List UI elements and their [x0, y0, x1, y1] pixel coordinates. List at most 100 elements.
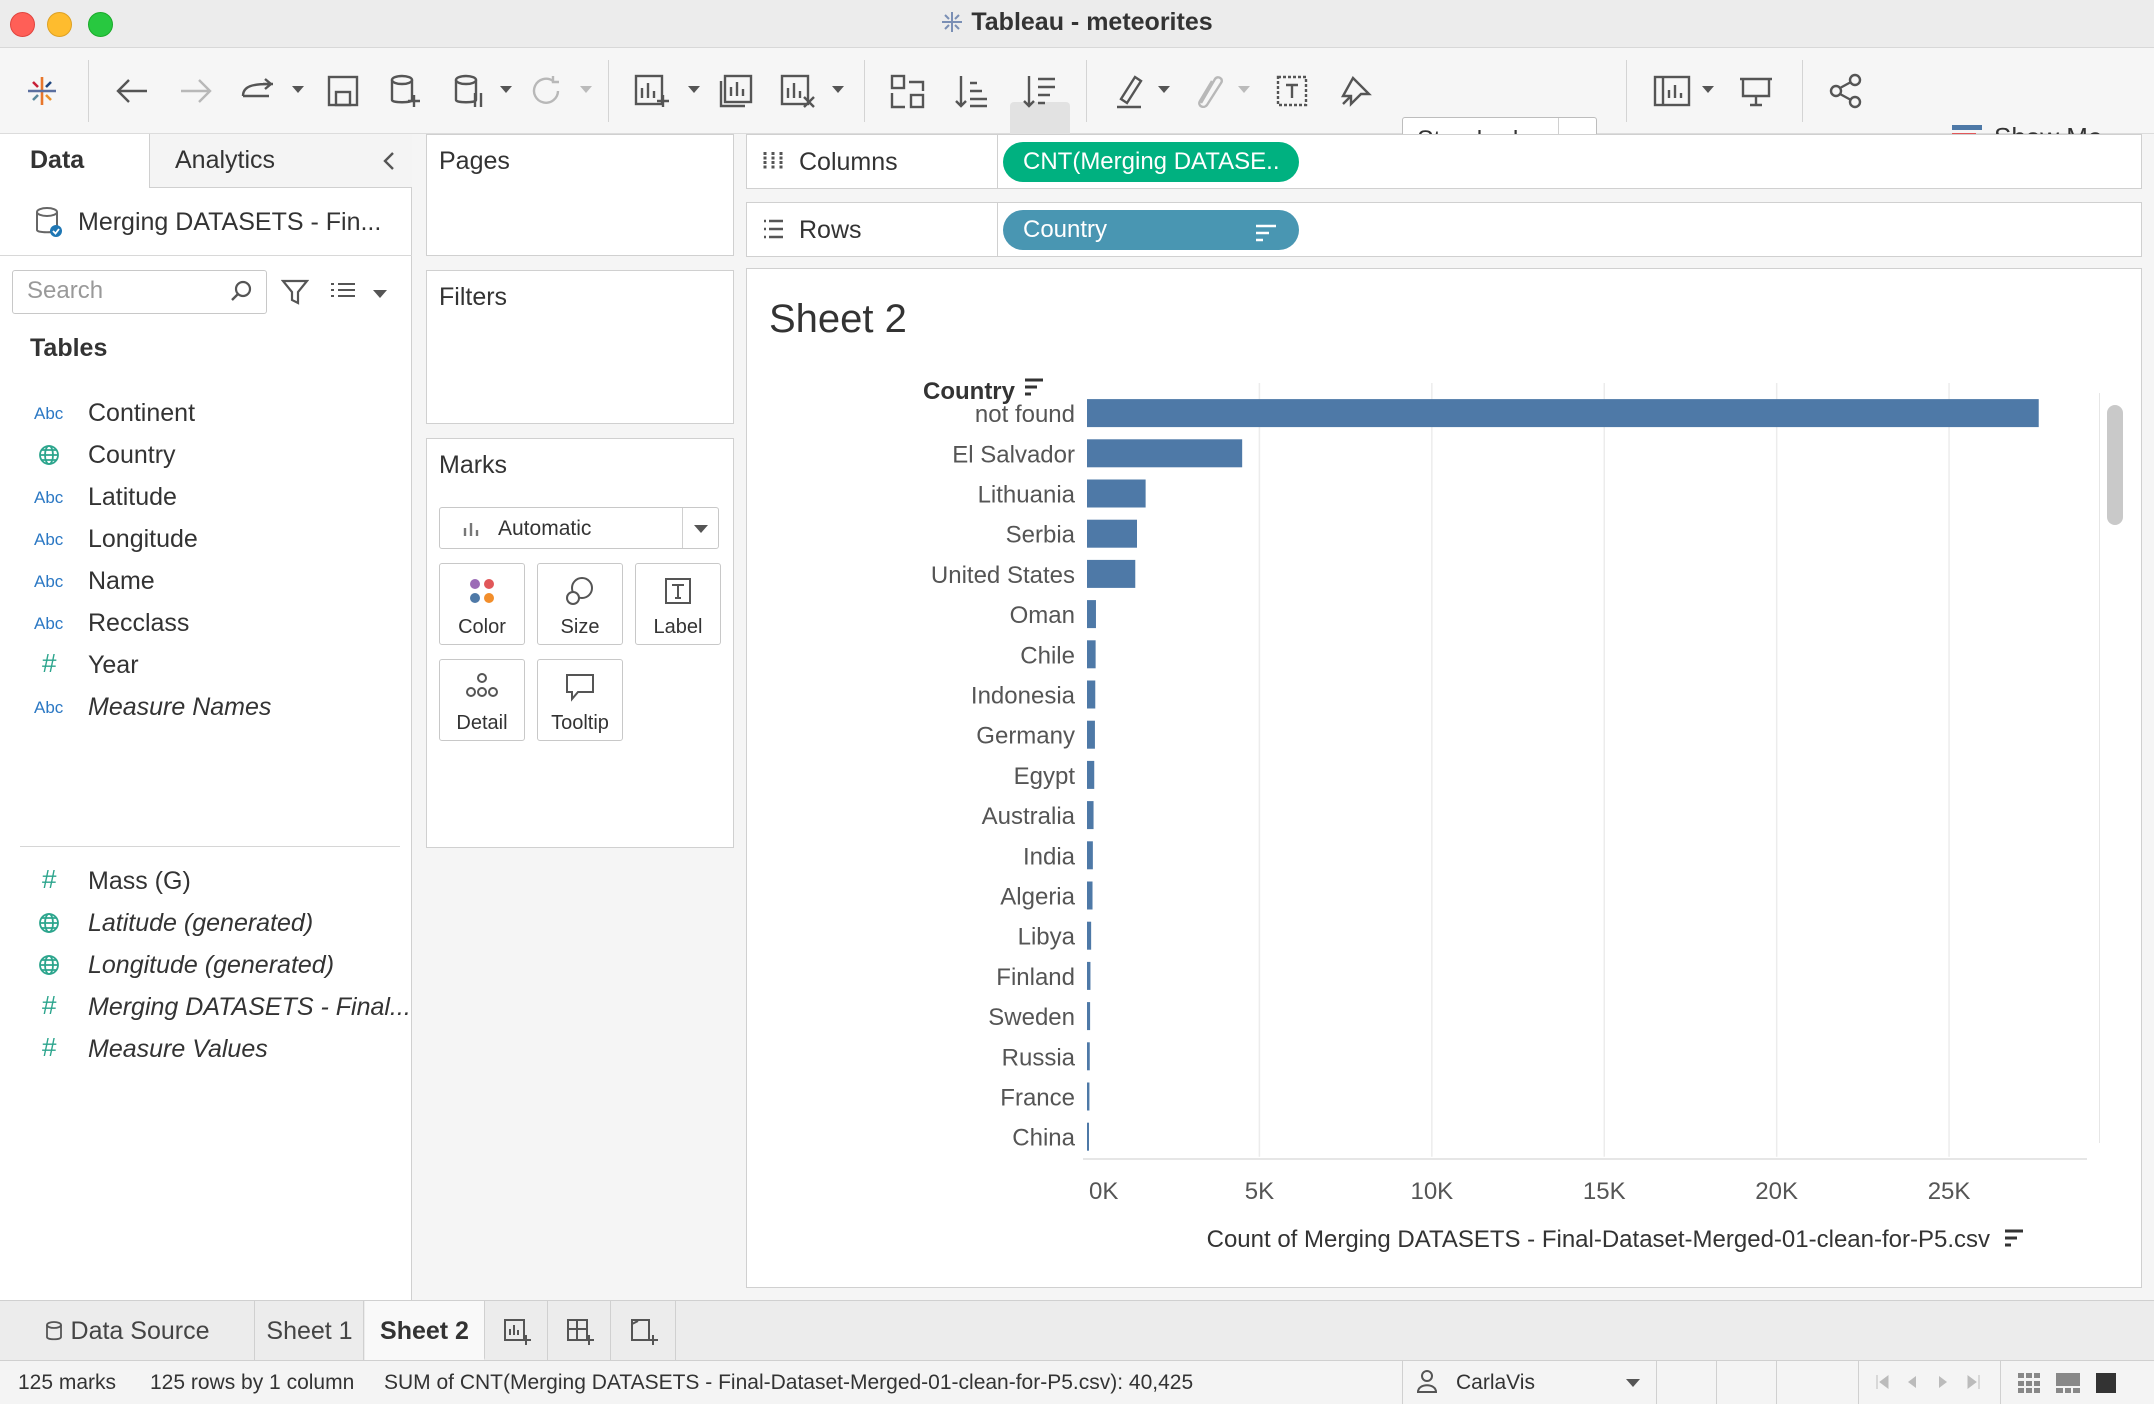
bar: [1087, 519, 1137, 548]
data-pane: Data Analytics Merging DATASETS - Fin...…: [0, 134, 412, 1300]
bar-chart-icon: [462, 520, 482, 543]
new-worksheet-tab-icon[interactable]: [486, 1301, 548, 1361]
field-label: Longitude: [88, 525, 198, 553]
field-item[interactable]: # Mass (G): [0, 862, 412, 902]
fix-axes-pin-icon[interactable]: [1334, 68, 1378, 114]
chevron-down-icon[interactable]: [373, 290, 387, 298]
show-cards-icon[interactable]: [1648, 68, 1696, 114]
category-label: Indonesia: [971, 683, 1076, 710]
category-label: Algeria: [1000, 884, 1075, 911]
bar: [1087, 680, 1096, 709]
replay-icon[interactable]: [234, 68, 282, 114]
redo-icon[interactable]: [172, 68, 220, 114]
tableau-logo-icon: [941, 11, 963, 40]
tab-data[interactable]: Data: [0, 134, 150, 188]
vertical-scrollbar[interactable]: [2107, 405, 2123, 525]
category-label: France: [1000, 1085, 1075, 1112]
tab-sheet-1[interactable]: Sheet 1: [256, 1301, 364, 1361]
sort-descending-icon[interactable]: [1016, 68, 1064, 114]
bar: [1087, 841, 1093, 870]
chevron-down-icon[interactable]: [1626, 1379, 1640, 1387]
filters-card[interactable]: Filters: [426, 270, 734, 424]
bar: [1087, 881, 1093, 910]
last-page-icon[interactable]: [1964, 1373, 1982, 1397]
field-label: Year: [88, 651, 139, 679]
field-item[interactable]: Longitude (generated): [0, 946, 412, 986]
field-item[interactable]: Abc Continent: [0, 394, 412, 434]
view-list-icon[interactable]: [329, 281, 357, 308]
refresh-icon[interactable]: [524, 68, 568, 114]
field-item[interactable]: Abc Measure Names: [0, 688, 412, 728]
field-item[interactable]: # Measure Values: [0, 1030, 412, 1070]
prev-page-icon[interactable]: [1905, 1373, 1919, 1397]
sheet-sorter-icon[interactable]: [2018, 1373, 2040, 1399]
share-icon[interactable]: [1822, 68, 1870, 114]
save-icon[interactable]: [322, 68, 364, 114]
field-label: Mass (G): [88, 867, 191, 895]
tab-analytics[interactable]: Analytics: [175, 146, 275, 175]
field-label: Recclass: [88, 609, 190, 637]
tab-sheet-2[interactable]: Sheet 2: [365, 1301, 485, 1361]
sort-ascending-icon[interactable]: [948, 68, 996, 114]
tableau-logo-icon[interactable]: [20, 68, 64, 114]
field-item[interactable]: Abc Latitude: [0, 478, 412, 518]
filter-fields-icon[interactable]: [280, 278, 310, 311]
category-label: India: [1023, 843, 1076, 870]
string-type-icon: Abc: [34, 698, 64, 717]
bar: [1087, 640, 1096, 669]
status-user[interactable]: CarlaVis: [1456, 1371, 1535, 1395]
filmstrip-icon[interactable]: [2056, 1373, 2080, 1399]
collapse-pane-icon[interactable]: [380, 150, 398, 177]
data-pane-tabs: Data Analytics: [0, 134, 412, 188]
tooltip-icon: [538, 672, 622, 707]
new-story-tab-icon[interactable]: [612, 1301, 676, 1361]
size-button[interactable]: Size: [537, 563, 623, 645]
field-item[interactable]: Country: [0, 436, 412, 476]
highlight-icon[interactable]: [1108, 68, 1152, 114]
rows-icon: [761, 217, 785, 246]
pause-updates-icon[interactable]: [448, 68, 492, 114]
label-button-label: Label: [653, 616, 703, 638]
new-datasource-icon[interactable]: [384, 68, 428, 114]
swap-rows-columns-icon[interactable]: [884, 68, 932, 114]
field-item[interactable]: # Year: [0, 646, 412, 686]
detail-button[interactable]: Detail: [439, 659, 525, 741]
new-dashboard-tab-icon[interactable]: [549, 1301, 611, 1361]
x-tick-label: 5K: [1245, 1178, 1274, 1205]
field-item[interactable]: Latitude (generated): [0, 904, 412, 944]
rows-shelf[interactable]: Rows Country: [746, 202, 2142, 257]
clear-sheet-icon[interactable]: [774, 68, 822, 114]
first-page-icon[interactable]: [1874, 1373, 1892, 1397]
columns-icon: [761, 149, 785, 178]
field-item[interactable]: Abc Recclass: [0, 604, 412, 644]
tabs-view-icon[interactable]: [2096, 1373, 2116, 1399]
category-label: Lithuania: [978, 482, 1076, 509]
tooltip-button[interactable]: Tooltip: [537, 659, 623, 741]
undo-icon[interactable]: [108, 68, 156, 114]
pages-card[interactable]: Pages: [426, 134, 734, 256]
status-sum: SUM of CNT(Merging DATASETS - Final-Data…: [384, 1371, 1194, 1394]
show-mark-labels-icon[interactable]: [1270, 68, 1314, 114]
columns-pill[interactable]: CNT(Merging DATASE..: [1003, 142, 1299, 182]
columns-label: Columns: [799, 148, 898, 176]
duplicate-sheet-icon[interactable]: [712, 68, 760, 114]
category-label: Finland: [996, 964, 1075, 991]
new-worksheet-icon[interactable]: [628, 68, 676, 114]
mark-type-select[interactable]: Automatic: [439, 507, 719, 549]
tab-data-source[interactable]: Data Source: [0, 1301, 255, 1361]
group-members-icon[interactable]: [1186, 68, 1230, 114]
color-button[interactable]: Color: [439, 563, 525, 645]
field-item[interactable]: Abc Name: [0, 562, 412, 602]
field-item[interactable]: Abc Longitude: [0, 520, 412, 560]
search-input[interactable]: [13, 271, 213, 311]
field-item[interactable]: # Merging DATASETS - Final...: [0, 988, 412, 1028]
next-page-icon[interactable]: [1936, 1373, 1950, 1397]
datasource-item[interactable]: Merging DATASETS - Fin...: [0, 188, 412, 256]
presentation-mode-icon[interactable]: [1732, 68, 1780, 114]
label-button[interactable]: Label: [635, 563, 721, 645]
field-label: Longitude (generated): [88, 951, 335, 979]
field-search[interactable]: [12, 270, 267, 314]
rows-pill[interactable]: Country: [1003, 210, 1299, 250]
user-icon: [1416, 1368, 1438, 1400]
columns-shelf[interactable]: Columns CNT(Merging DATASE..: [746, 134, 2142, 189]
